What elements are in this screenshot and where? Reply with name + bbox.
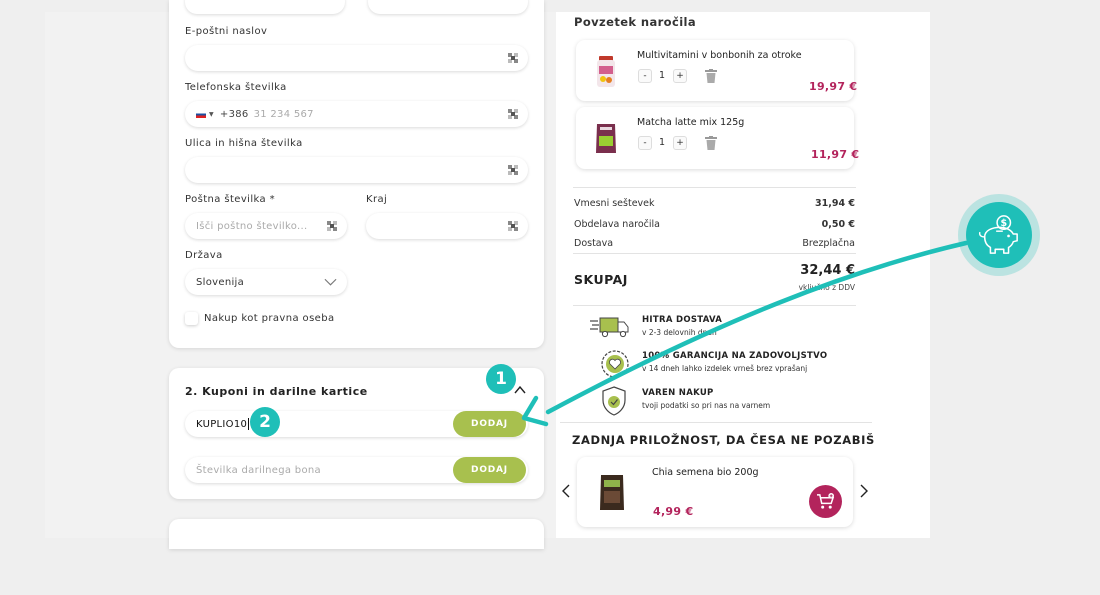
street-field[interactable] [185,157,528,183]
email-field[interactable] [185,45,528,71]
postal-label: Poštna številka * [185,194,276,205]
benefit-title: 100% GARANCIJA NA ZADOVOLJSTVO [642,351,828,361]
add-coupon-button[interactable]: DODAJ [453,411,526,437]
divider [573,187,856,188]
autofill-icon [327,221,337,231]
add-to-cart-button[interactable] [809,485,842,518]
total-label: SKUPAJ [574,272,628,287]
cart-item-name: Multivitamini v bonbonih za otroke [637,50,802,61]
last-name-field[interactable] [368,0,528,14]
piggy-bank-savings-icon: $ [958,194,1040,276]
autofill-icon [508,53,518,63]
product-image-matcha [596,124,616,153]
summary-title: Povzetek naročila [574,15,697,29]
piggy-bank-icon: $ [978,215,1018,254]
cart-item-qty: 1 [659,70,666,81]
next-section-card [169,519,544,549]
handling-value: 0,50 € [821,219,855,230]
postal-placeholder: Išči poštno številko... [196,220,308,232]
benefit-subtitle: v 14 dneh lahko izdelek vrneš brez vpraš… [642,364,808,373]
benefit-subtitle: tvoji podatki so pri nas na varnem [642,401,771,410]
email-label: E-poštni naslov [185,26,268,37]
delivery-truck-icon [590,317,629,338]
divider [573,253,856,254]
recommended-product-price: 4,99 € [653,505,694,518]
product-image-chia [600,475,624,510]
recommended-product-name: Chia semena bio 200g [652,467,759,478]
country-dropdown-arrow-icon[interactable]: ▼ [209,111,214,118]
product-image-vitamins [597,56,615,87]
subtotal-label: Vmesni seštevek [574,198,655,209]
company-checkbox[interactable] [185,312,198,325]
coupons-title: 2. Kuponi in darilne kartice [185,385,368,398]
cart-item-qty: 1 [659,137,666,148]
divider [560,422,872,423]
qty-increase-button[interactable]: + [673,69,687,83]
subtotal-value: 31,94 € [815,198,855,209]
slovenia-flag-icon[interactable] [196,110,206,118]
benefit-subtitle: v 2-3 delovnih dneh [642,328,717,337]
phone-prefix: +386 [219,108,249,120]
piggy-bank-circle: $ [966,202,1032,268]
city-label: Kraj [366,194,388,205]
guarantee-heart-icon [601,350,629,378]
shipping-label: Dostava [574,238,614,249]
vat-note: vključno z DDV [798,283,855,292]
carousel-next-icon[interactable] [860,484,868,498]
qty-decrease-button[interactable]: - [638,69,652,83]
shield-check-icon [602,386,626,416]
first-name-field[interactable] [185,0,345,14]
autofill-icon [508,221,518,231]
phone-placeholder: 31 234 567 [253,108,314,120]
total-value: 32,44 € [800,263,855,278]
cart-item-price: 11,97 € [811,148,860,161]
step-badge-1: 1 [486,364,516,394]
last-chance-title: ZADNJA PRILOŽNOST, DA ČESA NE POZABIŠ [572,433,875,447]
step-badge-2: 2 [250,407,280,437]
chevron-down-icon [324,278,337,286]
benefit-title: VAREN NAKUP [642,388,714,398]
street-label: Ulica in hišna številka [185,138,303,149]
text-cursor [248,418,250,430]
cart-plus-icon [817,493,835,509]
trash-icon[interactable] [705,69,717,83]
qty-increase-button[interactable]: + [673,136,687,150]
add-gift-card-button[interactable]: DODAJ [453,457,526,483]
coupon-code-value: KUPLIO10 [196,418,248,430]
divider [573,305,856,306]
phone-field[interactable]: ▼ +386 31 234 567 [185,101,528,127]
phone-label: Telefonska številka [185,82,287,93]
autofill-icon [508,165,518,175]
postal-field[interactable]: Išči poštno številko... [185,213,347,239]
benefit-title: HITRA DOSTAVA [642,315,723,325]
country-select[interactable]: Slovenija [185,269,347,295]
country-value: Slovenija [196,276,245,288]
city-field[interactable] [366,213,528,239]
gift-card-placeholder: Številka darilnega bona [196,464,321,476]
carousel-prev-icon[interactable] [562,484,570,498]
handling-label: Obdelava naročila [574,219,660,230]
cart-item-name: Matcha latte mix 125g [637,117,745,128]
country-label: Država [185,250,223,261]
trash-icon[interactable] [705,136,717,150]
chevron-up-icon[interactable] [514,386,526,394]
shipping-value: Brezplačna [802,238,855,249]
qty-decrease-button[interactable]: - [638,136,652,150]
autofill-icon [508,109,518,119]
cart-item-price: 19,97 € [809,80,858,93]
company-checkbox-label: Nakup kot pravna oseba [204,313,335,324]
